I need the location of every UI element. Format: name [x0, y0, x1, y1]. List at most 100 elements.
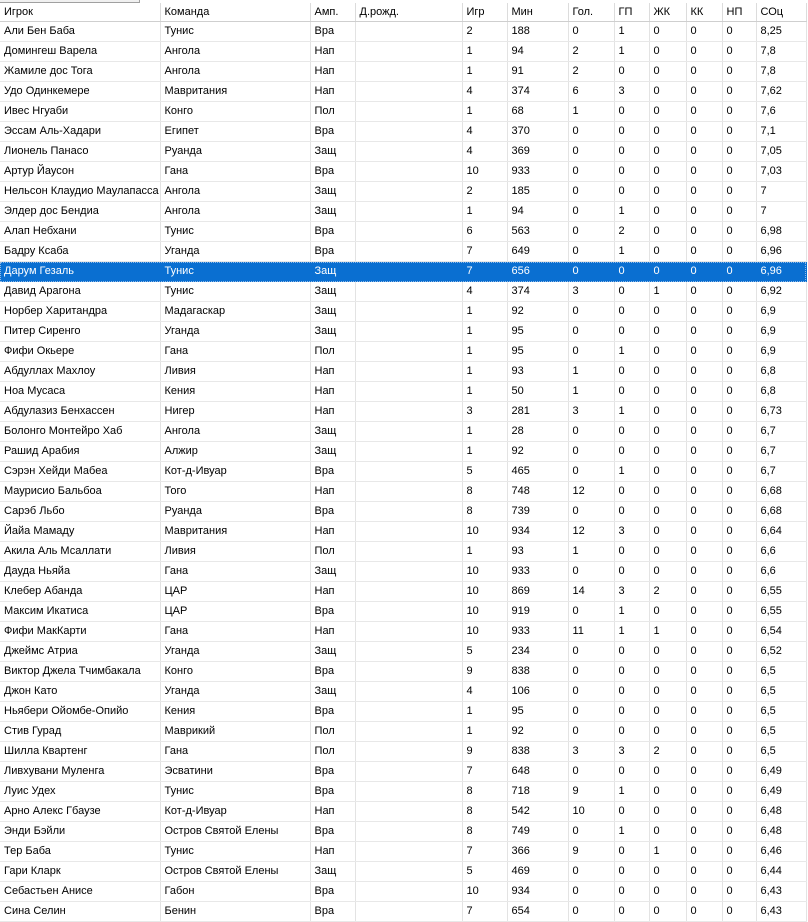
avg-rating-cell: 7,6 — [756, 101, 807, 122]
header-birthdate[interactable]: Д.рожд. — [355, 3, 463, 22]
table-row[interactable]: Алап Небхани Тунис Вра 6 563 0 2 0 0 0 6,98 — [0, 221, 807, 242]
team-cell: Тунис — [160, 841, 311, 862]
team-cell: ЦАР — [160, 581, 311, 602]
header-yellow-cards[interactable]: ЖК — [649, 3, 687, 22]
header-games[interactable]: Игр — [462, 3, 508, 22]
table-row[interactable]: Ноа Мусаса Кения Нап 1 50 1 0 0 0 0 6,8 — [0, 381, 807, 402]
player-name-cell: Давид Арагона — [0, 281, 161, 302]
team-cell: Гана — [160, 561, 311, 582]
table-row[interactable]: Абдулазиз Бенхассен Нигер Нап 3 281 3 1 0 0 0 6,73 — [0, 401, 807, 422]
red-cards-cell: 0 — [686, 721, 723, 742]
header-red-cards[interactable]: КК — [686, 3, 723, 22]
table-row[interactable]: Сэрэн Хейди Мабеа Кот-д-Ивуар Вра 5 465 0 1 0 0 0… — [0, 461, 807, 482]
red-cards-cell: 0 — [686, 101, 723, 122]
np-cell: 0 — [722, 401, 757, 422]
np-cell: 0 — [722, 441, 757, 462]
table-row[interactable]: Энди Бэйли Остров Святой Елены Вра 8 749 0 1 0 0… — [0, 821, 807, 842]
table-row[interactable]: Фифи МакКарти Гана Нап 10 933 11 1 1 0 0 6,54 — [0, 621, 807, 642]
goals-cell: 0 — [568, 601, 615, 622]
np-cell: 0 — [722, 321, 757, 342]
table-row[interactable]: Сина Селин Бенин Вра 7 654 0 0 0 0 0 6,43 — [0, 901, 807, 922]
goals-cell: 0 — [568, 661, 615, 682]
table-row[interactable]: Стив Гурад Маврикий Пол 1 92 0 0 0 0 0 6,5 — [0, 721, 807, 742]
position-cell: Вра — [310, 501, 356, 522]
table-row[interactable]: Домингеш Варела Ангола Нап 1 94 2 1 0 0 0 7,8 — [0, 41, 807, 62]
table-row[interactable]: Клебер Абанда ЦАР Нап 10 869 14 3 2 0 0 6,55 — [0, 581, 807, 602]
table-row[interactable]: Ивес Нгуаби Конго Пол 1 68 1 0 0 0 0 7,6 — [0, 101, 807, 122]
table-row[interactable]: Бадру Ксаба Уганда Вра 7 649 0 1 0 0 0 6,96 — [0, 241, 807, 262]
table-row[interactable]: Джон Като Уганда Защ 4 106 0 0 0 0 0 6,5 — [0, 681, 807, 702]
table-row[interactable]: Дарум Гезаль Тунис Защ 7 656 0 0 0 0 0 6,96 — [0, 261, 807, 282]
table-row[interactable]: Себастьен Анисе Габон Вра 10 934 0 0 0 0 0 6,43 — [0, 881, 807, 902]
table-row[interactable]: Акила Аль Мсаллати Ливия Пол 1 93 1 0 0 0 0 6,6 — [0, 541, 807, 562]
header-player[interactable]: Игрок — [0, 3, 161, 22]
team-cell: Уганда — [160, 321, 311, 342]
table-row[interactable]: Питер Сиренго Уганда Защ 1 95 0 0 0 0 0 6,9 — [0, 321, 807, 342]
table-row[interactable]: Артур Йаусон Гана Вра 10 933 0 0 0 0 0 7,03 — [0, 161, 807, 182]
goals-cell: 6 — [568, 81, 615, 102]
birthdate-cell — [355, 521, 463, 542]
header-team[interactable]: Команда — [160, 3, 311, 22]
table-row[interactable]: Ливхувани Муленга Эсватини Вра 7 648 0 0 0 0 0 6,4… — [0, 761, 807, 782]
table-row[interactable]: Эссам Аль-Хадари Египет Вра 4 370 0 0 0 0 0 7,1 — [0, 121, 807, 142]
yellow-cards-cell: 0 — [649, 341, 687, 362]
table-row[interactable]: Тер Баба Тунис Нап 7 366 9 0 1 0 0 6,46 — [0, 841, 807, 862]
minutes-cell: 718 — [507, 781, 569, 802]
birthdate-cell — [355, 501, 463, 522]
np-cell: 0 — [722, 361, 757, 382]
np-cell: 0 — [722, 701, 757, 722]
table-body: Али Бен Баба Тунис Вра 2 188 0 1 0 0 0 8,25 Доминге… — [0, 21, 807, 922]
table-row[interactable]: Удо Одинкемере Мавритания Нап 4 374 6 3 0 0 0 7,62 — [0, 81, 807, 102]
table-row[interactable]: Луис Удех Тунис Вра 8 718 9 1 0 0 0 6,49 — [0, 781, 807, 802]
table-row[interactable]: Абдуллах Махлоу Ливия Нап 1 93 1 0 0 0 0 6,8 — [0, 361, 807, 382]
table-row[interactable]: Максим Икатиса ЦАР Вра 10 919 0 1 0 0 0 6,55 — [0, 601, 807, 622]
np-cell: 0 — [722, 721, 757, 742]
table-row[interactable]: Элдер дос Бендиа Ангола Защ 1 94 0 1 0 0 0 7 — [0, 201, 807, 222]
table-row[interactable]: Давид Арагона Тунис Защ 4 374 3 0 1 0 0 6,92 — [0, 281, 807, 302]
table-row[interactable]: Джеймс Атриа Уганда Защ 5 234 0 0 0 0 0 6,52 — [0, 641, 807, 662]
minutes-cell: 649 — [507, 241, 569, 262]
table-row[interactable]: Арно Алекс Гбаузе Кот-д-Ивуар Нап 8 542 10 0 0 0… — [0, 801, 807, 822]
header-position[interactable]: Амп. — [310, 3, 356, 22]
table-row[interactable]: Рашид Арабия Алжир Защ 1 92 0 0 0 0 0 6,7 — [0, 441, 807, 462]
player-name-cell: Сэрэн Хейди Мабеа — [0, 461, 161, 482]
header-minutes[interactable]: Мин — [507, 3, 569, 22]
position-cell: Пол — [310, 741, 356, 762]
player-name-cell: Фифи Окьере — [0, 341, 161, 362]
np-cell: 0 — [722, 41, 757, 62]
red-cards-cell: 0 — [686, 401, 723, 422]
table-row[interactable]: Лионель Панасо Руанда Защ 4 369 0 0 0 0 0 7,05 — [0, 141, 807, 162]
header-avg-rating[interactable]: СОц — [756, 3, 807, 22]
table-row[interactable]: Норбер Харитандра Мадагаскар Защ 1 92 0 0 0 0 0 6,… — [0, 301, 807, 322]
np-cell: 0 — [722, 201, 757, 222]
table-row[interactable]: Фифи Окьере Гана Пол 1 95 0 1 0 0 0 6,9 — [0, 341, 807, 362]
assists-cell: 0 — [614, 541, 650, 562]
table-row[interactable]: Сарэб Льбо Руанда Вра 8 739 0 0 0 0 0 6,68 — [0, 501, 807, 522]
red-cards-cell: 0 — [686, 561, 723, 582]
table-row[interactable]: Маурисио Бальбоа Того Нап 8 748 12 0 0 0 0 6,68 — [0, 481, 807, 502]
header-goals[interactable]: Гол. — [568, 3, 615, 22]
minutes-cell: 95 — [507, 321, 569, 342]
table-row[interactable]: Нельсон Клаудио Маулапасса Ангола Защ 2 185 0… — [0, 181, 807, 202]
player-name-cell: Сарэб Льбо — [0, 501, 161, 522]
position-cell: Защ — [310, 641, 356, 662]
table-row[interactable]: Болонго Монтейро Хаб Ангола Защ 1 28 0 0 0 0 0 6,7 — [0, 421, 807, 442]
red-cards-cell: 0 — [686, 241, 723, 262]
assists-cell: 0 — [614, 801, 650, 822]
yellow-cards-cell: 0 — [649, 321, 687, 342]
table-row[interactable]: Дауда Ньяйа Гана Защ 10 933 0 0 0 0 0 6,6 — [0, 561, 807, 582]
table-row[interactable]: Шилла Квартенг Гана Пол 9 838 3 3 2 0 0 6,5 — [0, 741, 807, 762]
assists-cell: 0 — [614, 61, 650, 82]
header-assists[interactable]: ГП — [614, 3, 650, 22]
table-row[interactable]: Жамиле дос Тога Ангола Нап 1 91 2 0 0 0 0 7,8 — [0, 61, 807, 82]
position-cell: Защ — [310, 181, 356, 202]
table-row[interactable]: Ньябери Ойомбе-Опийо Кения Вра 1 95 0 0 0 0 0 6,5 — [0, 701, 807, 722]
table-row[interactable]: Виктор Джела Тчимбакала Конго Вра 9 838 0 0 0 0 0… — [0, 661, 807, 682]
birthdate-cell — [355, 101, 463, 122]
birthdate-cell — [355, 801, 463, 822]
table-row[interactable]: Йайа Мамаду Мавритания Нап 10 934 12 3 0 0 0 6,64 — [0, 521, 807, 542]
table-row[interactable]: Али Бен Баба Тунис Вра 2 188 0 1 0 0 0 8,25 — [0, 21, 807, 42]
np-cell: 0 — [722, 801, 757, 822]
avg-rating-cell: 7 — [756, 201, 807, 222]
header-np[interactable]: НП — [722, 3, 757, 22]
